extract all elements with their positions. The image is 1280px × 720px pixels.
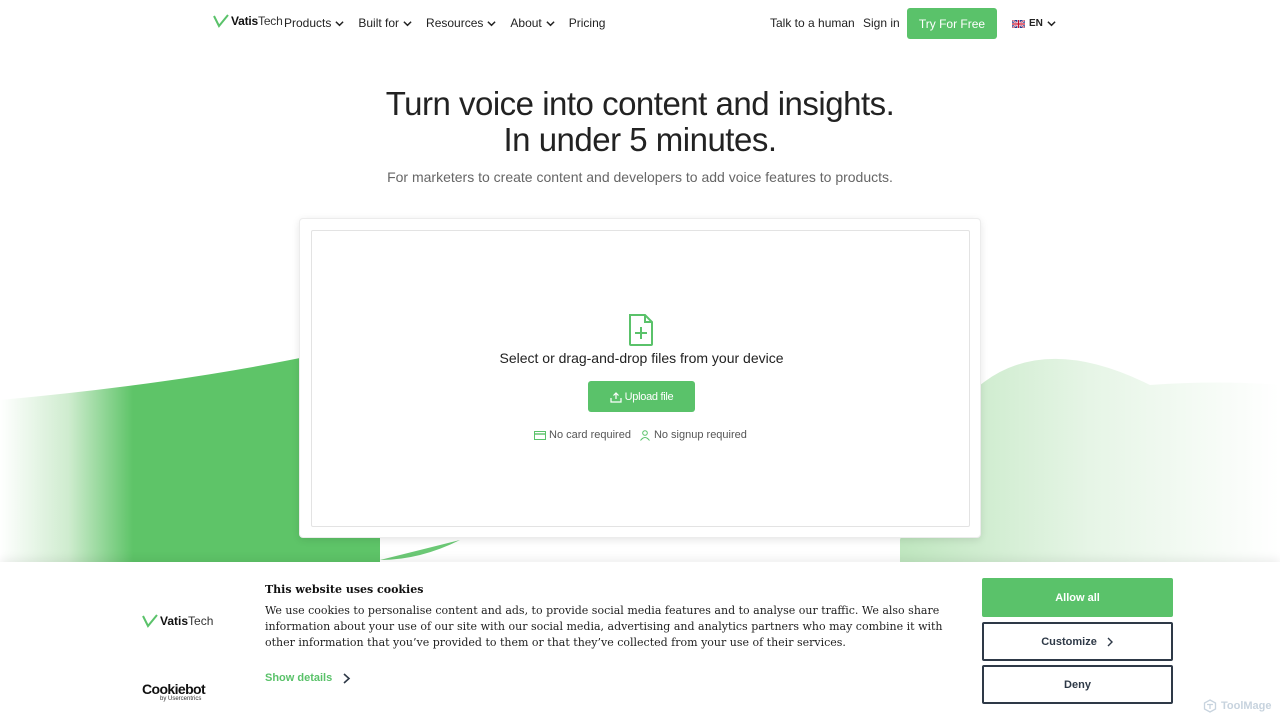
deny-button[interactable]: Deny <box>982 665 1173 704</box>
cookie-text: We use cookies to personalise content an… <box>265 604 943 649</box>
hero-subtitle: For marketers to create content and deve… <box>387 169 893 185</box>
upload-file-button[interactable]: Upload file <box>588 381 695 412</box>
watermark-label: ToolMage <box>1221 700 1272 712</box>
drop-prompt: Select or drag-and-drop files from your … <box>499 350 784 366</box>
file-add-icon <box>629 314 653 346</box>
nav-about-label: About <box>510 16 542 30</box>
no-card-label: No card required <box>549 429 631 441</box>
uk-flag-icon <box>1012 19 1025 28</box>
nav-about[interactable]: About <box>510 16 555 30</box>
cookiebot-name: Cookiebot <box>142 681 206 697</box>
hero-title-line2: In under 5 minutes. <box>503 121 778 158</box>
chevron-down-icon <box>1047 21 1056 27</box>
nav-built-for[interactable]: Built for <box>358 16 412 30</box>
drop-zone[interactable]: Select or drag-and-drop files from your … <box>311 230 970 527</box>
vatis-logo-icon <box>142 614 158 628</box>
cookie-banner: VatisTech Cookiebot by Usercentrics This… <box>0 562 1280 720</box>
upload-file-label: Upload file <box>624 390 674 403</box>
allow-all-button[interactable]: Allow all <box>982 578 1173 617</box>
brand-logo[interactable]: VatisTech <box>213 14 283 28</box>
cookiebot-sub: by Usercentrics <box>160 696 202 702</box>
upload-icon <box>610 391 622 403</box>
user-icon <box>640 429 650 441</box>
language-label: EN <box>1029 18 1043 29</box>
show-details-link[interactable]: Show details <box>265 672 351 684</box>
upload-card: Select or drag-and-drop files from your … <box>299 218 981 538</box>
no-signup-note: No signup required <box>639 429 747 441</box>
nav-pricing-label: Pricing <box>568 16 606 30</box>
customize-button[interactable]: Customize <box>982 622 1173 661</box>
no-signup-label: No signup required <box>653 429 747 441</box>
main-nav: Products Built for Resources About Prici… <box>284 16 619 30</box>
nav-resources-label: Resources <box>426 16 484 30</box>
credit-card-icon <box>534 430 546 440</box>
chevron-down-icon <box>335 20 344 26</box>
cookie-brand-bold: Vatis <box>160 614 189 628</box>
cookie-brand-logo: VatisTech <box>142 614 213 628</box>
talk-to-human-link[interactable]: Talk to a human <box>770 16 855 30</box>
cookie-title: This website uses cookies <box>265 583 424 596</box>
nav-built-for-label: Built for <box>358 16 400 30</box>
chevron-down-icon <box>403 20 412 26</box>
nav-resources[interactable]: Resources <box>426 16 497 30</box>
hero-title-line1: Turn voice into content and insights. <box>385 85 895 122</box>
chevron-right-icon <box>1107 637 1113 646</box>
site-header: VatisTech Products Built for Resources A… <box>0 0 1280 46</box>
hero-title: Turn voice into content and insights. In… <box>0 86 1280 158</box>
vatis-logo-icon <box>213 14 229 28</box>
brand-name-bold: Vatis <box>231 14 259 28</box>
toolmage-icon <box>1203 699 1217 713</box>
chevron-down-icon <box>487 20 497 26</box>
no-card-note: No card required <box>534 429 631 441</box>
nav-products[interactable]: Products <box>284 16 344 30</box>
customize-label: Customize <box>1041 635 1097 648</box>
watermark: ToolMage <box>1203 699 1272 713</box>
nav-products-label: Products <box>284 16 332 30</box>
cookiebot-logo: Cookiebot by Usercentrics <box>142 682 214 703</box>
chevron-down-icon <box>546 20 555 26</box>
brand-name-light: Tech <box>258 14 283 28</box>
show-details-label: Show details <box>265 672 333 684</box>
chevron-right-icon <box>343 672 351 684</box>
requirements-row: No card required No signup required <box>534 429 755 441</box>
sign-in-link[interactable]: Sign in <box>863 16 900 30</box>
try-for-free-button[interactable]: Try For Free <box>907 8 997 39</box>
cookie-brand-light: Tech <box>188 614 214 628</box>
nav-pricing[interactable]: Pricing <box>569 16 606 30</box>
language-selector[interactable]: EN <box>1012 18 1056 29</box>
